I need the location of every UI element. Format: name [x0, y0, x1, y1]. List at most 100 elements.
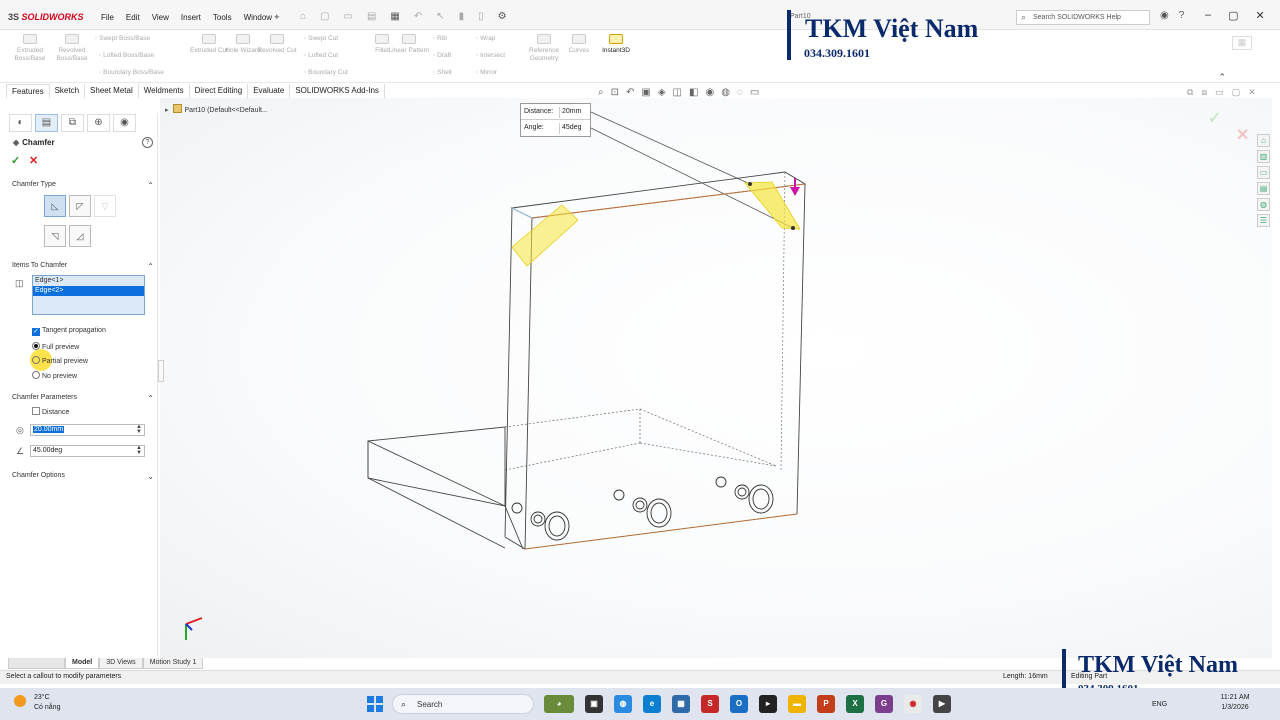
confirm-corner-check-icon[interactable]: ✓: [1208, 108, 1221, 128]
no-preview-radio[interactable]: No preview: [32, 371, 77, 380]
menu-file[interactable]: File: [101, 13, 114, 22]
hide-show-items-icon[interactable]: ◉: [705, 87, 714, 98]
help-search-input[interactable]: ⌕ Search SOLIDWORKS Help: [1016, 10, 1150, 25]
viewport-maximize-icon[interactable]: ▢: [1232, 87, 1241, 98]
appearances-icon[interactable]: ◍: [1257, 198, 1270, 211]
rebuild-icon[interactable]: ▮: [459, 11, 465, 22]
linear-pattern-button[interactable]: Linear Pattern: [388, 34, 430, 55]
pin-icon[interactable]: ✦: [273, 12, 281, 23]
tab-features[interactable]: Features: [6, 84, 50, 98]
print-icon[interactable]: ▦: [390, 11, 399, 22]
menu-edit[interactable]: Edit: [126, 13, 140, 22]
revolved-boss-button[interactable]: Revolved Boss/Base: [51, 34, 93, 63]
viewport-split-icon[interactable]: ⧈: [1201, 87, 1207, 98]
distance-input[interactable]: 20.00mm ▲ ▼: [30, 424, 145, 436]
display-style-icon[interactable]: ◧: [689, 87, 698, 98]
solidworks-app-icon[interactable]: S: [701, 695, 719, 713]
feature-tree-flyout[interactable]: ▸ Part10 (Default<<Default...: [165, 104, 268, 114]
vertex-type-icon[interactable]: ▽: [94, 195, 116, 217]
collapse-chevron-icon[interactable]: ⌃: [147, 262, 154, 271]
widgets-icon[interactable]: ◕: [544, 695, 574, 713]
collapse-ribbon-icon[interactable]: ⌃: [1218, 72, 1226, 83]
new-document-icon[interactable]: ▢: [320, 11, 329, 22]
tab-motion-study[interactable]: Motion Study 1: [142, 658, 204, 669]
curves-button[interactable]: Curves: [558, 34, 600, 55]
design-library-icon[interactable]: ▥: [1257, 150, 1270, 163]
powerpoint-icon[interactable]: P: [817, 695, 835, 713]
section-view-icon[interactable]: ▣: [641, 87, 650, 98]
view-palette-icon[interactable]: ▤: [1257, 182, 1270, 195]
confirm-corner-close-icon[interactable]: ✕: [1236, 125, 1249, 145]
menu-insert[interactable]: Insert: [181, 13, 201, 22]
zoom-to-area-icon[interactable]: ⊡: [611, 87, 619, 98]
select-icon[interactable]: ↖: [436, 11, 444, 22]
file-properties-icon[interactable]: ▯: [478, 11, 484, 22]
menu-view[interactable]: View: [152, 13, 169, 22]
tab-weldments[interactable]: Weldments: [139, 84, 190, 98]
language-indicator[interactable]: ENG: [1152, 701, 1167, 708]
full-preview-radio[interactable]: Full preview: [32, 342, 79, 351]
menu-window[interactable]: Window: [244, 13, 272, 22]
view-orientation-icon[interactable]: ◫: [673, 87, 682, 98]
minimize-icon[interactable]: –: [1205, 9, 1211, 22]
offset-face-type-icon[interactable]: ◹: [44, 225, 66, 247]
chamfer-options-section[interactable]: Chamfer Options ⌄: [12, 472, 154, 481]
solidworks-resources-icon[interactable]: ⌂: [1257, 134, 1270, 147]
dimxpert-manager-tab-icon[interactable]: ⊕: [87, 114, 110, 132]
excel-icon[interactable]: X: [846, 695, 864, 713]
close-window-icon[interactable]: ✕: [1256, 9, 1265, 22]
feature-manager-tab-icon[interactable]: ◐: [9, 114, 32, 132]
flip-direction-checkbox[interactable]: Distance: [32, 407, 69, 416]
ok-button[interactable]: ✓: [11, 154, 20, 167]
tab-addins[interactable]: SOLIDWORKS Add-Ins: [290, 84, 385, 98]
menu-tools[interactable]: Tools: [213, 13, 232, 22]
spinner-icon[interactable]: ▲ ▼: [136, 445, 142, 456]
tab-3d-views[interactable]: 3D Views: [99, 658, 143, 669]
file-explorer-icon[interactable]: ▭: [1257, 166, 1270, 179]
chamfer-parameters-section[interactable]: Chamfer Parameters ⌃: [12, 394, 154, 403]
store-icon[interactable]: ▦: [672, 695, 690, 713]
instant3d-button[interactable]: Instant3D: [595, 34, 637, 55]
mirror-button[interactable]: Mirror: [476, 69, 497, 76]
open-icon[interactable]: ▭: [344, 11, 353, 22]
distance-distance-type-icon[interactable]: ◸: [69, 195, 91, 217]
terminal-icon[interactable]: ▸: [759, 695, 777, 713]
lofted-cut-button[interactable]: Lofted Cut: [304, 52, 338, 59]
tab-scroll-arrows[interactable]: [8, 658, 65, 669]
lofted-boss-button[interactable]: Lofted Boss/Base: [99, 52, 154, 59]
draft-button[interactable]: Draft: [433, 52, 451, 59]
boundary-cut-button[interactable]: Boundary Cut: [304, 69, 348, 76]
save-icon[interactable]: ▤: [367, 11, 376, 22]
edge-icon[interactable]: e: [643, 695, 661, 713]
list-item[interactable]: Edge<2>: [33, 286, 144, 296]
user-icon[interactable]: ◉: [1160, 10, 1169, 21]
help-icon[interactable]: ?: [1179, 10, 1185, 21]
previous-view-icon[interactable]: ↶: [626, 87, 634, 98]
zoom-to-fit-icon[interactable]: ⌕: [598, 87, 604, 98]
recorder-icon[interactable]: ▶: [933, 695, 951, 713]
tab-sketch[interactable]: Sketch: [50, 84, 86, 98]
intersect-button[interactable]: Intersect: [476, 52, 505, 59]
wrap-button[interactable]: Wrap: [476, 35, 495, 42]
viewport-restore-icon[interactable]: ⧉: [1187, 87, 1193, 98]
dynamic-annotation-icon[interactable]: ◈: [658, 87, 666, 98]
face-face-type-icon[interactable]: ◿: [69, 225, 91, 247]
tab-evaluate[interactable]: Evaluate: [248, 84, 291, 98]
custom-properties-icon[interactable]: ☰: [1257, 214, 1270, 227]
help-circle-icon[interactable]: ?: [142, 137, 153, 148]
rib-button[interactable]: Rib: [433, 35, 447, 42]
collapse-chevron-icon[interactable]: ⌃: [147, 181, 154, 190]
expand-arrow-icon[interactable]: ▸: [165, 107, 169, 114]
callout-angle-value[interactable]: 45deg: [559, 123, 589, 134]
viewport-close-icon[interactable]: ✕: [1248, 87, 1256, 98]
property-manager-tab-icon[interactable]: ▤: [35, 114, 58, 132]
shell-button[interactable]: Shell: [433, 69, 451, 76]
home-icon[interactable]: ⌂: [300, 11, 306, 22]
weather-widget[interactable]: 23°C Có nắng: [14, 693, 60, 713]
solidworks-logo[interactable]: 3S SOLIDWORKS: [8, 12, 84, 22]
tab-direct-editing[interactable]: Direct Editing: [190, 84, 249, 98]
task-view-icon[interactable]: ▣: [585, 695, 603, 713]
taskbar-search[interactable]: ⌕ Search: [392, 694, 534, 714]
edit-appearance-icon[interactable]: ◍: [721, 87, 730, 98]
copilot-icon[interactable]: ◍: [614, 695, 632, 713]
